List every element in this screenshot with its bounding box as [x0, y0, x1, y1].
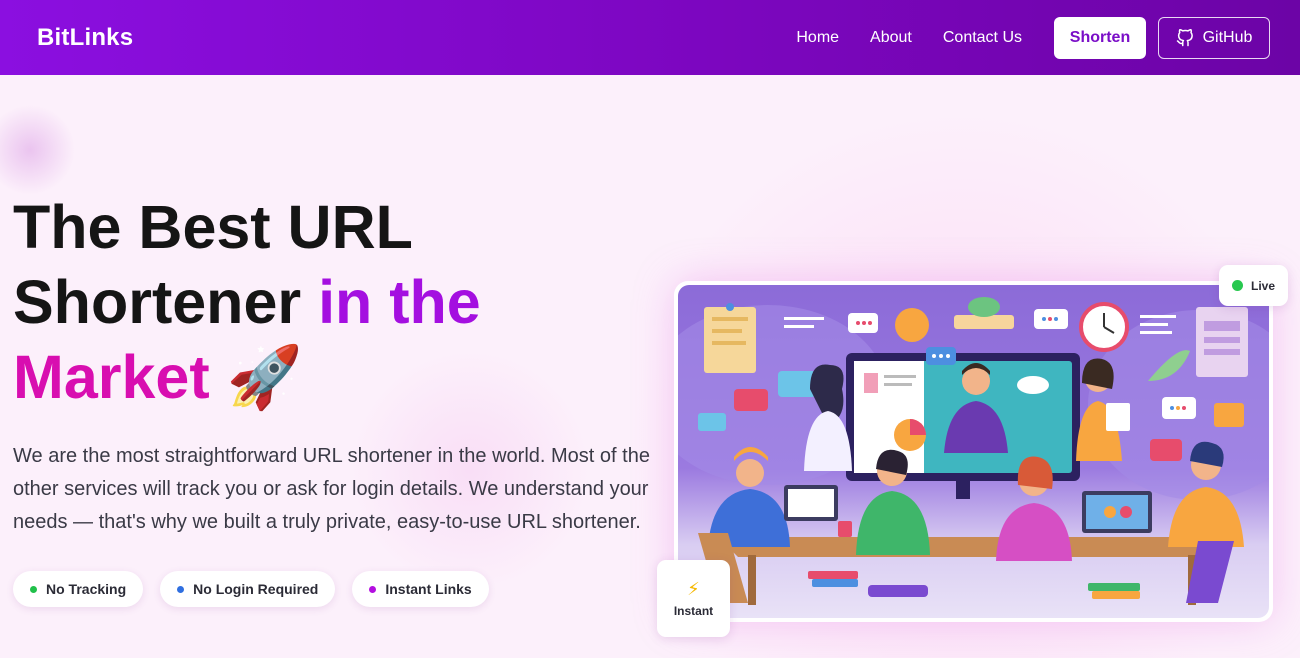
status-dot — [369, 585, 377, 593]
team-meeting-illustration — [678, 285, 1269, 618]
feature-label: No Tracking — [46, 581, 127, 597]
feature-pill-no-tracking: No Tracking — [13, 571, 144, 607]
nav-link-about[interactable]: About — [870, 29, 912, 47]
nav-links: Home About Contact Us Shorten GitHub — [796, 16, 1270, 59]
github-icon — [1176, 28, 1193, 46]
shorten-button[interactable]: Shorten — [1054, 16, 1146, 59]
github-label: GitHub — [1202, 28, 1253, 46]
feature-pill-instant-links: Instant Links — [352, 571, 489, 607]
hero-title-line2: Shortener — [13, 268, 319, 336]
github-button[interactable]: GitHub — [1158, 16, 1270, 59]
feature-pill-no-login: No Login Required — [160, 571, 336, 607]
hero-illustration-card — [674, 281, 1273, 622]
live-status-dot — [1231, 280, 1243, 291]
live-badge: Live — [1219, 265, 1288, 306]
feature-pills: No Tracking No Login Required Instant Li… — [13, 571, 506, 607]
brand-logo[interactable]: BitLinks — [37, 24, 133, 52]
feature-label: Instant Links — [385, 581, 472, 597]
hero-title-market: Market — [13, 343, 210, 411]
hero-title: The Best URL Shortener in the Market 🚀 — [13, 190, 653, 415]
nav-link-home[interactable]: Home — [796, 29, 839, 47]
lightning-icon: ⚡ — [687, 578, 700, 599]
instant-label: Instant — [673, 603, 714, 618]
navbar: BitLinks Home About Contact Us Shorten G… — [0, 0, 1300, 75]
nav-link-contact[interactable]: Contact Us — [943, 29, 1022, 47]
hero-title-accent: in the — [318, 268, 481, 336]
hero-description: We are the most straightforward URL shor… — [13, 445, 650, 533]
live-label: Live — [1250, 278, 1275, 293]
feature-label: No Login Required — [193, 581, 319, 597]
instant-badge: ⚡ Instant — [657, 560, 730, 637]
status-dot — [30, 585, 37, 593]
rocket-icon: 🚀 — [226, 343, 303, 411]
status-dot — [177, 585, 185, 593]
hero-title-line1: The Best URL — [13, 193, 413, 261]
